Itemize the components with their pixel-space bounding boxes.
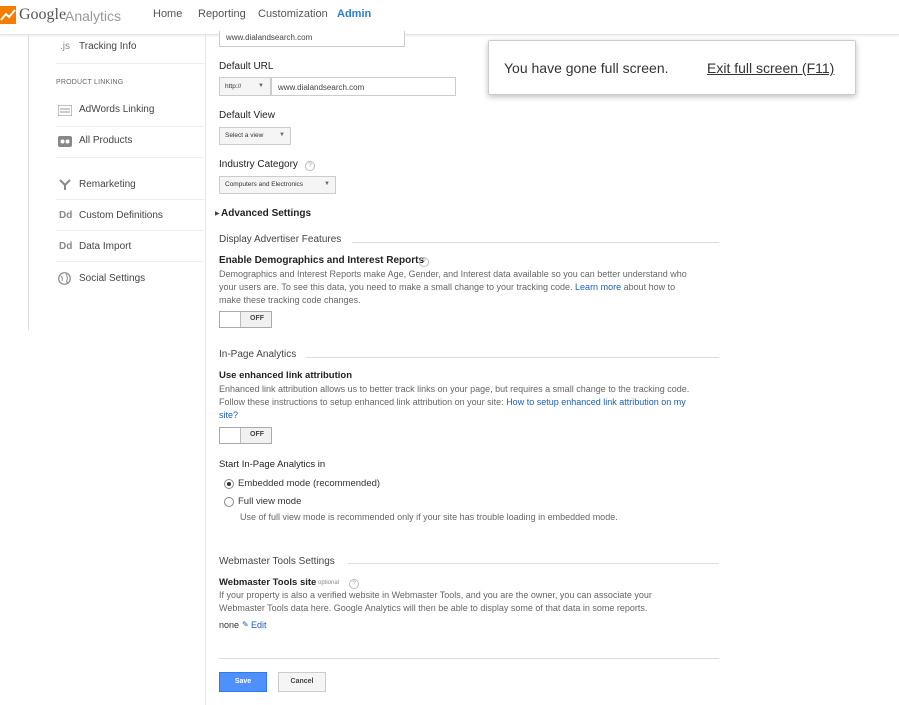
learn-more-link[interactable]: Learn more [575, 282, 621, 292]
sidebar-item-tracking-info[interactable]: .js Tracking Info [56, 36, 204, 62]
data-import-icon: Dd [59, 241, 73, 252]
sidebar-item-label: Social Settings [79, 273, 146, 284]
analytics-logo-icon [0, 6, 16, 24]
sidebar-divider [28, 35, 29, 330]
section-divider [306, 357, 719, 358]
caret-right-icon: ▶ [215, 211, 220, 217]
form-footer-divider [219, 658, 719, 659]
tab-admin[interactable]: Admin [337, 8, 371, 20]
tab-reporting[interactable]: Reporting [198, 8, 246, 20]
sidebar-item-custom-definitions[interactable]: Dd Custom Definitions [56, 202, 204, 231]
custom-definitions-icon: Dd [59, 210, 73, 221]
default-view-label: Default View [219, 110, 275, 121]
enhanced-link-title: Use enhanced link attribution [219, 370, 353, 381]
sidebar-item-social-settings[interactable]: Social Settings [56, 265, 204, 293]
exit-fullscreen-link[interactable]: Exit full screen (F11) [707, 60, 834, 76]
help-icon[interactable]: ? [419, 257, 429, 267]
chevron-down-icon: ▼ [258, 83, 264, 89]
tab-home[interactable]: Home [153, 8, 182, 20]
chevron-down-icon: ▼ [279, 132, 285, 138]
full-view-note: Use of full view mode is recommended onl… [240, 512, 618, 522]
demographics-description: Demographics and Interest Reports make A… [219, 269, 687, 305]
cancel-button[interactable]: Cancel [278, 672, 326, 692]
enhanced-link-help-link[interactable]: How to setup enhanced link attribution o… [506, 397, 686, 407]
help-icon[interactable]: ? [349, 579, 359, 589]
js-icon: .js [60, 41, 70, 52]
sidebar-item-remarketing[interactable]: Remarketing [56, 171, 204, 200]
logo-google-text: Google [19, 6, 67, 23]
adwords-icon [58, 105, 72, 116]
tab-customization[interactable]: Customization [258, 8, 328, 20]
globe-icon [58, 272, 71, 285]
webmaster-tools-section-title: Webmaster Tools Settings [219, 556, 335, 567]
default-url-label: Default URL [219, 61, 274, 72]
sidebar-section-heading: PRODUCT LINKING [56, 79, 124, 86]
start-in-page-label: Start In-Page Analytics in [219, 459, 326, 470]
fullscreen-message: You have gone full screen. [504, 60, 669, 76]
sidebar-item-label: Custom Definitions [79, 210, 163, 221]
sidebar-right-divider [205, 35, 206, 705]
demographics-title: Enable Demographics and Interest Reports [219, 255, 425, 266]
link-icon [58, 136, 72, 147]
in-page-analytics-section-title: In-Page Analytics [219, 349, 297, 360]
display-advertiser-section-title: Display Advertiser Features [219, 234, 342, 245]
save-button[interactable]: Save [219, 672, 267, 692]
sidebar-item-label: Data Import [79, 241, 132, 252]
industry-category-select[interactable]: Computers and Electronics ▼ [219, 176, 336, 194]
advanced-settings-toggle[interactable]: Advanced Settings [221, 208, 311, 219]
sidebar-item-label: All Products [79, 135, 133, 146]
demographics-toggle[interactable]: OFF [219, 311, 272, 328]
section-divider [348, 563, 719, 564]
remarketing-icon [59, 179, 71, 190]
sidebar-divider [56, 63, 204, 64]
enhanced-link-description: Enhanced link attribution allows us to b… [219, 383, 719, 422]
logo-analytics-text: Analytics [65, 8, 122, 24]
webmaster-edit-link[interactable]: Edit [251, 620, 267, 630]
webmaster-site-value: none [219, 620, 240, 630]
enhanced-link-help-link-cont[interactable]: site? [219, 409, 719, 422]
chevron-down-icon: ▼ [324, 181, 330, 187]
webmaster-description: If your property is also a verified webs… [219, 590, 652, 613]
default-view-select[interactable]: Select a view ▼ [219, 127, 291, 145]
default-url-input[interactable]: www.dialandsearch.com [271, 77, 456, 96]
toggle-knob [220, 428, 241, 443]
sidebar-item-adwords-linking[interactable]: AdWords Linking [56, 96, 204, 127]
section-divider [352, 242, 719, 243]
optional-tag: optional [318, 580, 340, 586]
full-view-mode-radio[interactable] [224, 497, 234, 507]
sidebar-item-label: Remarketing [79, 179, 136, 190]
sidebar-item-data-import[interactable]: Dd Data Import [56, 233, 204, 262]
protocol-select[interactable]: http:// ▼ [219, 77, 271, 96]
industry-category-label: Industry Category [219, 159, 298, 170]
embedded-mode-radio[interactable] [224, 479, 234, 489]
embedded-mode-label: Embedded mode (recommended) [238, 478, 381, 489]
radio-selected-dot [227, 482, 231, 486]
full-view-mode-label: Full view mode [238, 496, 302, 507]
fullscreen-notification: You have gone full screen. Exit full scr… [488, 40, 856, 95]
pencil-icon[interactable]: ✎ [242, 620, 249, 629]
website-url-input[interactable]: www.dialandsearch.com [219, 31, 405, 47]
sidebar-item-label: AdWords Linking [79, 104, 155, 115]
sidebar-item-label: Tracking Info [79, 41, 137, 52]
webmaster-site-label: Webmaster Tools site [219, 577, 317, 588]
enhanced-link-toggle[interactable]: OFF [219, 427, 272, 444]
toggle-knob [220, 312, 241, 327]
top-navigation-bar: Google Analytics Home Reporting Customiz… [0, 0, 899, 35]
help-icon[interactable]: ? [305, 161, 315, 171]
sidebar-item-all-products[interactable]: All Products [56, 127, 204, 158]
